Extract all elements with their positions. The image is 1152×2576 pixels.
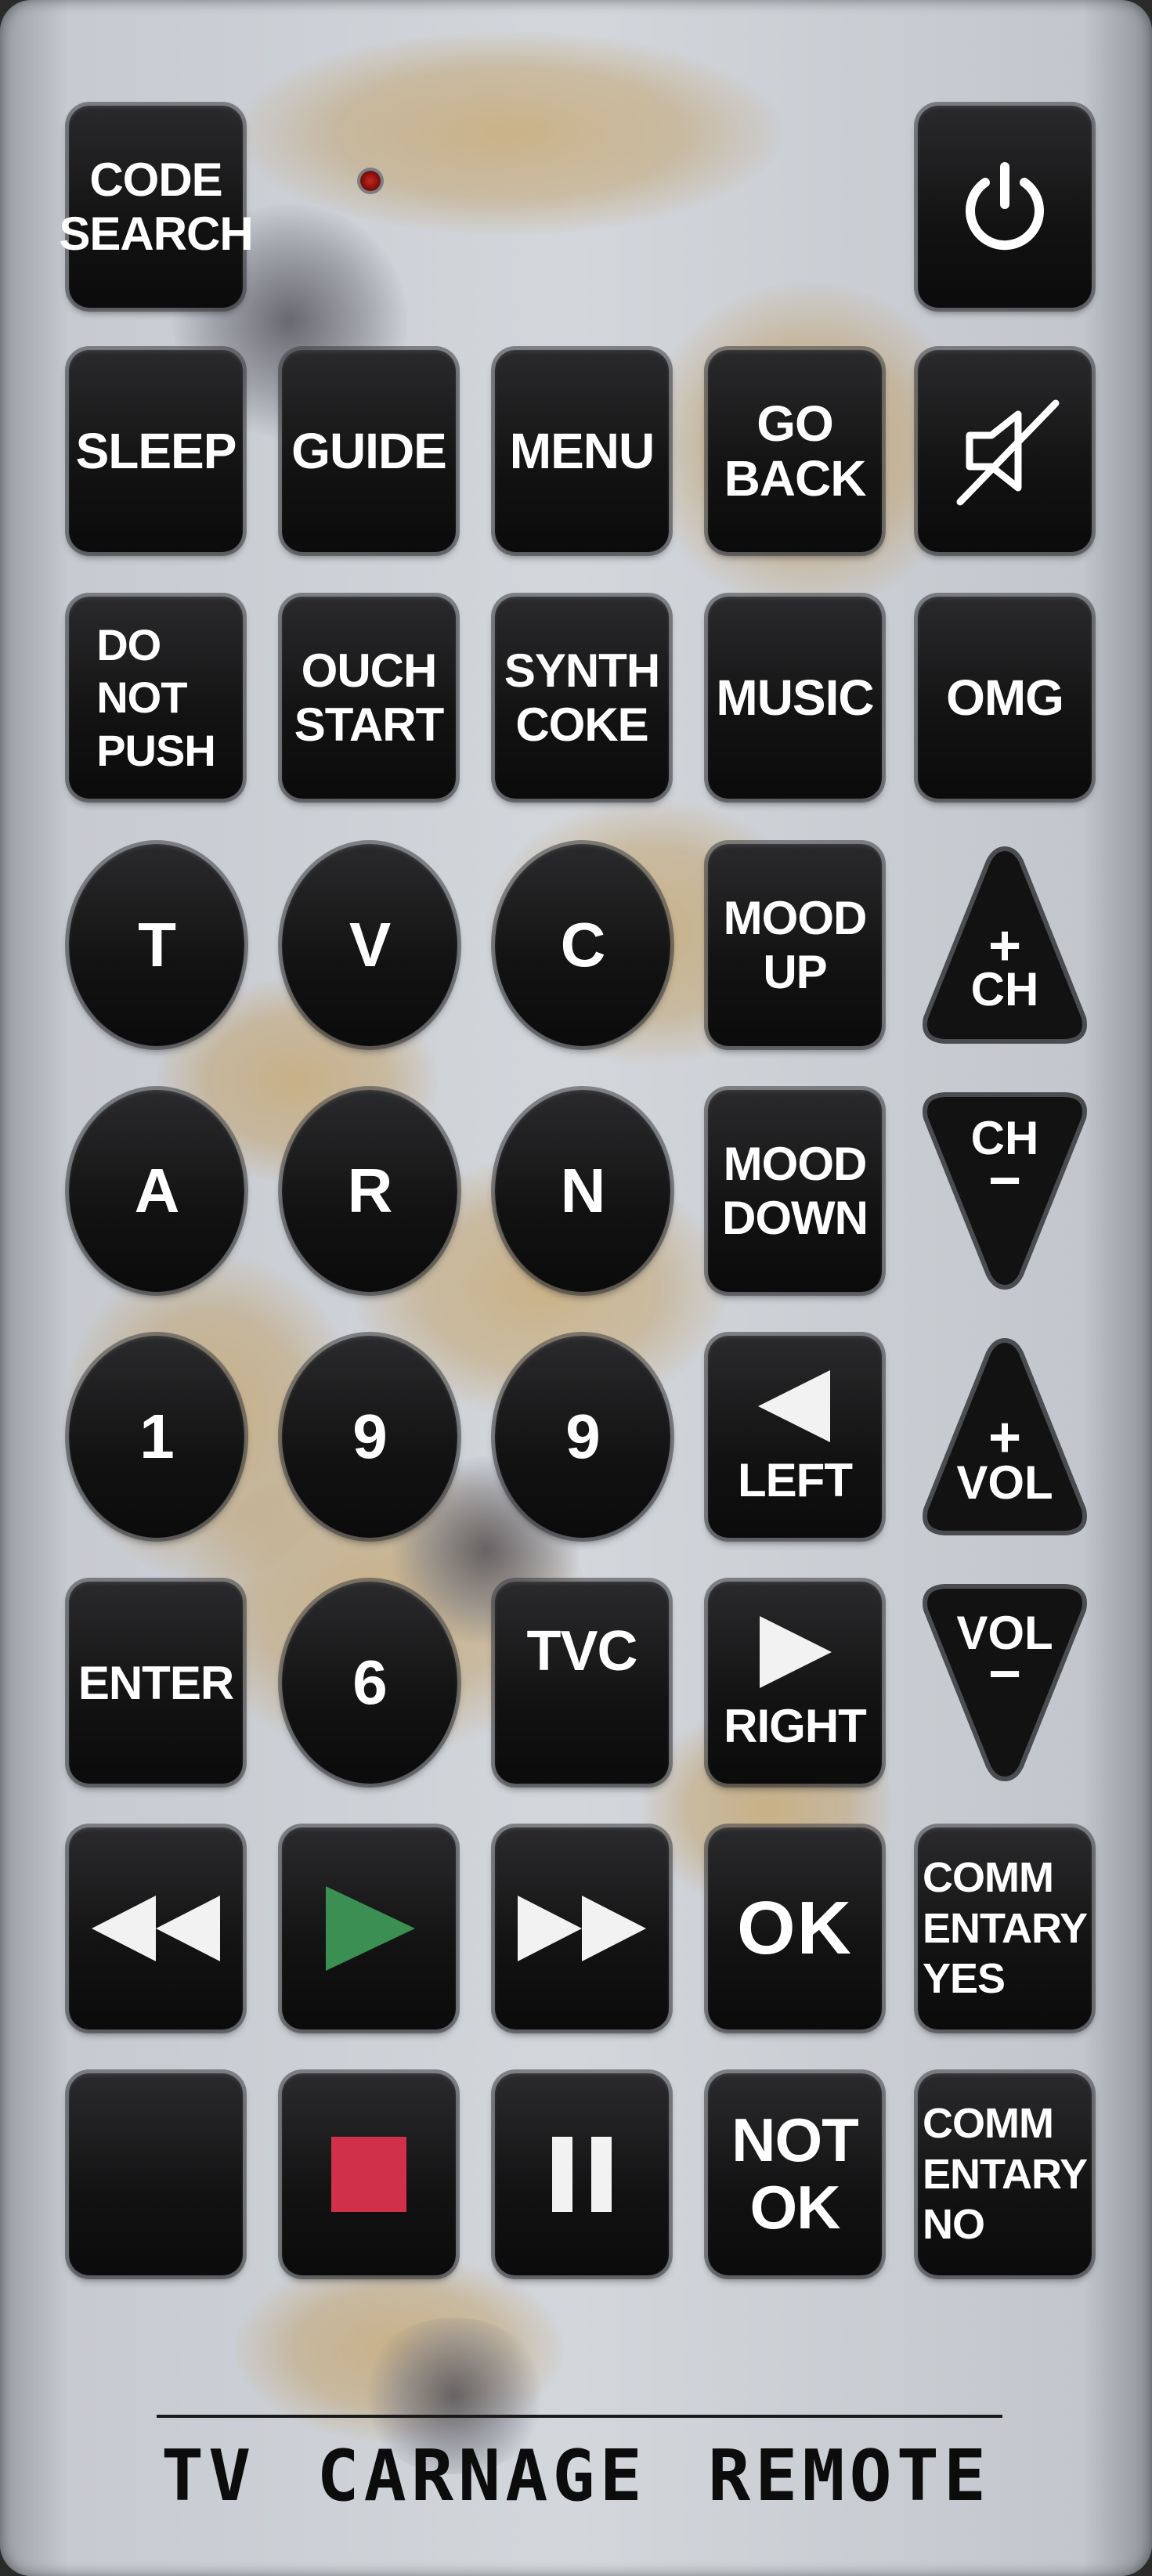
remote-control-body: CODE SEARCH SLEEP GUIDE MENU GO BACK DO … — [0, 0, 1152, 2576]
commentary-yes-button[interactable]: COMM ENTARY YES — [918, 1827, 1092, 2029]
volume-up-button[interactable]: + VOL — [918, 1333, 1092, 1541]
letter-t-button[interactable]: T — [69, 844, 244, 1046]
rewind-icon — [92, 1896, 220, 1961]
volume-down-minus: − — [988, 1643, 1022, 1705]
sleep-label: SLEEP — [75, 422, 237, 479]
left-arrow-icon — [758, 1369, 830, 1442]
stop-button[interactable] — [282, 2073, 456, 2275]
right-button[interactable]: RIGHT — [708, 1582, 882, 1784]
pause-button[interactable] — [495, 2073, 669, 2275]
ouch-start-button[interactable]: OUCH START — [282, 597, 456, 799]
number-6-label: 6 — [352, 1647, 387, 1717]
left-button[interactable]: LEFT — [708, 1336, 882, 1538]
blank-button[interactable] — [69, 2073, 243, 2275]
letter-r-label: R — [347, 1156, 393, 1225]
ok-label: OK — [737, 1886, 853, 1971]
channel-up-label: CH — [970, 963, 1039, 1016]
letter-n-button[interactable]: N — [495, 1090, 670, 1292]
letter-c-label: C — [560, 910, 606, 980]
number-1-button[interactable]: 1 — [69, 1336, 244, 1538]
mood-down-button[interactable]: MOOD DOWN — [708, 1090, 882, 1292]
number-9-second-button[interactable]: 9 — [495, 1336, 670, 1538]
synth-coke-label: SYNTH COKE — [504, 644, 660, 751]
play-icon — [326, 1886, 415, 1971]
not-ok-label: NOT OK — [731, 2105, 859, 2242]
brand-label: TV CARNAGE REMOTE — [161, 2435, 991, 2517]
mute-icon — [956, 399, 1060, 506]
volume-down-button[interactable]: VOL − — [918, 1578, 1092, 1787]
guide-label: GUIDE — [291, 422, 447, 479]
tvc-button[interactable]: TVC — [495, 1582, 669, 1784]
ouch-start-label: OUCH START — [294, 644, 445, 751]
number-1-label: 1 — [139, 1402, 174, 1471]
rewind-button[interactable] — [69, 1827, 243, 2029]
mood-up-label: MOOD UP — [723, 892, 868, 998]
play-button[interactable] — [282, 1827, 456, 2029]
grease-stain — [235, 31, 783, 235]
channel-down-button[interactable]: CH − — [918, 1087, 1092, 1295]
do-not-push-label: DO NOT PUSH — [96, 620, 216, 775]
power-icon — [966, 162, 1044, 251]
music-label: MUSIC — [716, 669, 874, 726]
left-label: LEFT — [738, 1453, 853, 1506]
menu-button[interactable]: MENU — [495, 350, 669, 552]
enter-label: ENTER — [78, 1656, 234, 1709]
letter-t-label: T — [138, 910, 176, 980]
mute-button[interactable] — [918, 350, 1092, 552]
letter-n-label: N — [560, 1156, 606, 1225]
letter-v-label: V — [348, 910, 391, 980]
code-search-button[interactable]: CODE SEARCH — [59, 106, 254, 308]
number-9-second-label: 9 — [565, 1402, 600, 1471]
right-label: RIGHT — [724, 1699, 867, 1752]
go-back-label: GO BACK — [724, 395, 867, 507]
omg-button[interactable]: OMG — [918, 597, 1092, 799]
number-9-label: 9 — [352, 1402, 387, 1471]
brand-divider — [157, 2415, 1002, 2418]
enter-button[interactable]: ENTER — [69, 1582, 243, 1784]
number-9-button[interactable]: 9 — [282, 1336, 457, 1538]
menu-label: MENU — [509, 422, 655, 479]
commentary-no-button[interactable]: COMM ENTARY NO — [918, 2073, 1092, 2275]
channel-up-button[interactable]: + CH — [918, 841, 1092, 1049]
letter-a-button[interactable]: A — [69, 1090, 244, 1292]
letter-r-button[interactable]: R — [282, 1090, 457, 1292]
music-button[interactable]: MUSIC — [708, 597, 882, 799]
code-search-label: CODE SEARCH — [59, 153, 253, 260]
power-button[interactable] — [918, 106, 1092, 308]
ok-button[interactable]: OK — [708, 1827, 882, 2029]
letter-c-button[interactable]: C — [495, 844, 670, 1046]
tvc-label: TVC — [526, 1620, 638, 1683]
guide-button[interactable]: GUIDE — [282, 350, 456, 552]
sleep-button[interactable]: SLEEP — [69, 350, 243, 552]
fast-forward-button[interactable] — [495, 1827, 669, 2029]
mood-up-button[interactable]: MOOD UP — [708, 844, 882, 1046]
not-ok-button[interactable]: NOT OK — [708, 2073, 882, 2275]
number-6-button[interactable]: 6 — [282, 1582, 457, 1784]
right-arrow-icon — [760, 1615, 832, 1688]
omg-label: OMG — [946, 669, 1064, 726]
pause-icon — [552, 2137, 612, 2212]
letter-a-label: A — [134, 1156, 180, 1225]
channel-down-minus: − — [988, 1149, 1022, 1212]
go-back-button[interactable]: GO BACK — [708, 350, 882, 552]
commentary-no-label: COMM ENTARY NO — [923, 2099, 1088, 2249]
commentary-yes-label: COMM ENTARY YES — [923, 1853, 1088, 2003]
volume-up-label: VOL — [956, 1456, 1053, 1509]
indicator-led — [360, 171, 381, 191]
stop-icon — [331, 2137, 406, 2212]
mood-down-label: MOOD DOWN — [722, 1138, 869, 1244]
do-not-push-button[interactable]: DO NOT PUSH — [69, 597, 243, 799]
letter-v-button[interactable]: V — [282, 844, 457, 1046]
fast-forward-icon — [518, 1896, 646, 1961]
synth-coke-button[interactable]: SYNTH COKE — [495, 597, 669, 799]
